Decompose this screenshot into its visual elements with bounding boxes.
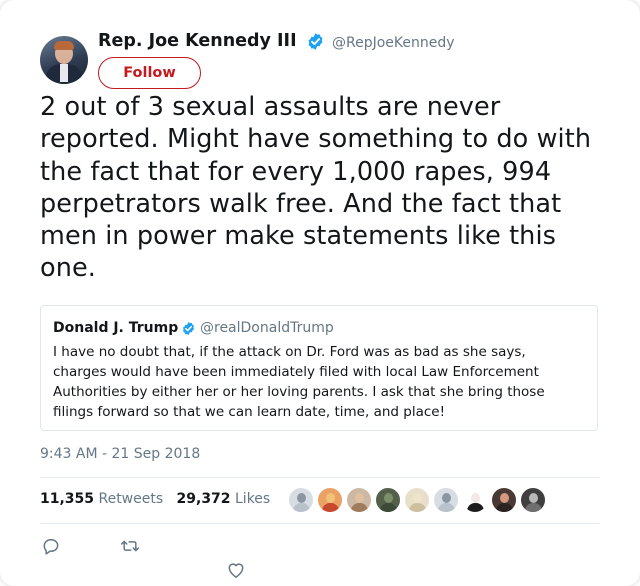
reply-icon[interactable] [41,536,61,556]
liker-avatar[interactable] [433,487,459,513]
follow-button[interactable]: Follow [98,57,201,89]
likes-stat[interactable]: 29,372 Likes [177,491,271,507]
tweet-timestamp[interactable]: 9:43 AM - 21 Sep 2018 [40,446,200,462]
quoted-handle[interactable]: @realDonaldTrump [200,320,334,336]
engagement-stats: 11,355 Retweets 29,372 Likes [40,491,270,507]
liker-avatars [288,487,549,513]
heart-icon[interactable] [226,560,246,580]
quoted-display-name[interactable]: Donald J. Trump [53,320,178,336]
retweets-label: Retweets [98,491,164,507]
liker-avatar[interactable] [288,487,314,513]
liker-avatar[interactable] [462,487,488,513]
retweet-icon[interactable] [120,536,140,556]
likes-label: Likes [235,491,271,507]
liker-avatar[interactable] [404,487,430,513]
tweet-card: Rep. Joe Kennedy III @RepJoeKennedy Foll… [0,0,640,586]
retweets-stat[interactable]: 11,355 Retweets [40,491,168,507]
divider [40,477,600,478]
author-avatar[interactable] [40,36,88,84]
verified-badge-icon [183,321,194,336]
tweet-text: 2 out of 3 sexual assaults are never rep… [40,92,592,284]
divider [40,523,600,524]
verified-badge-icon [308,33,323,50]
liker-avatar[interactable] [317,487,343,513]
liker-avatar[interactable] [491,487,517,513]
liker-avatar[interactable] [520,487,546,513]
quoted-text: I have no doubt that, if the attack on D… [53,344,545,420]
retweets-count: 11,355 [40,491,95,507]
liker-avatar[interactable] [375,487,401,513]
quoted-tweet[interactable]: Donald J. Trump @realDonaldTrump I have … [40,305,598,431]
liker-avatar[interactable] [346,487,372,513]
author-display-name[interactable]: Rep. Joe Kennedy III [98,31,297,51]
likes-count: 29,372 [176,491,231,507]
author-handle[interactable]: @RepJoeKennedy [332,35,455,51]
